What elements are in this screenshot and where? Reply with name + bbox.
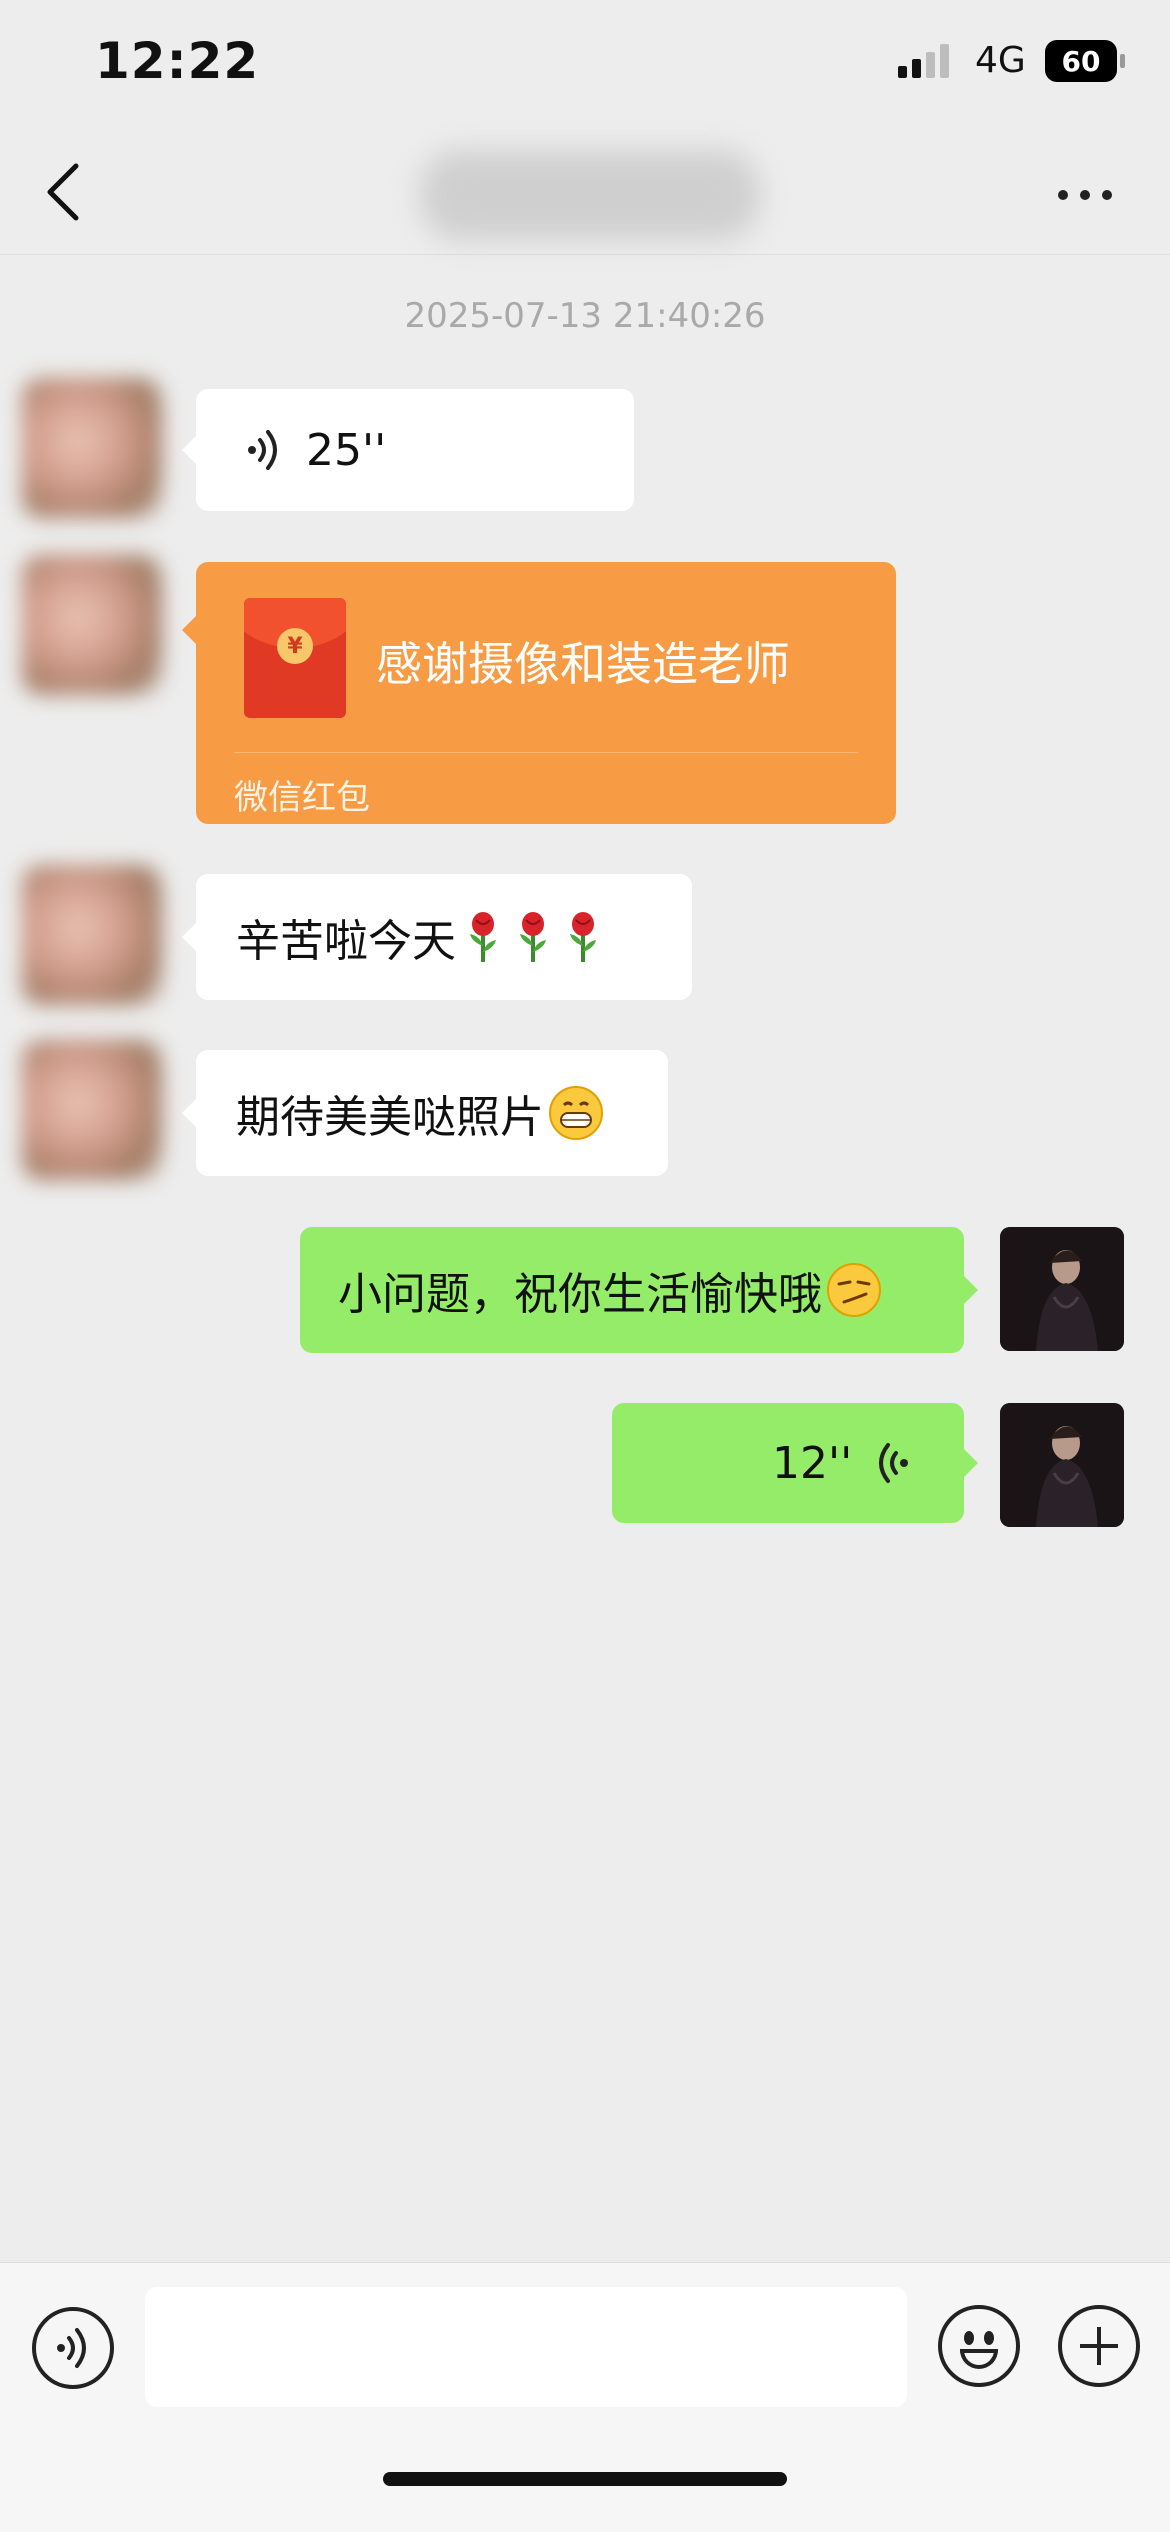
more-options-icon[interactable] (1050, 180, 1120, 210)
plus-icon[interactable] (1058, 2305, 1140, 2387)
message-text: 小问题，祝你生活愉快哦 (338, 1269, 822, 1320)
contact-avatar[interactable] (22, 1040, 162, 1180)
signal-icon (898, 44, 949, 78)
red-packet-label: 微信红包 (234, 778, 370, 818)
voice-message-bubble[interactable]: 25'' (182, 389, 634, 511)
red-envelope-icon: ¥ (244, 598, 346, 718)
battery-level: 60 (1061, 44, 1101, 78)
text-message-bubble[interactable]: 辛苦啦今天 (182, 874, 692, 1000)
grin-emoji-icon (549, 1086, 603, 1140)
text-message-bubble[interactable]: 期待美美哒照片 (182, 1050, 668, 1176)
smirk-emoji-icon (827, 1263, 881, 1317)
message-text: 辛苦啦今天 (236, 916, 456, 967)
contact-avatar[interactable] (22, 865, 162, 1005)
message-timestamp: 2025-07-13 21:40:26 (404, 296, 766, 336)
text-message-bubble[interactable]: 小问题，祝你生活愉快哦 (300, 1227, 978, 1353)
chat-header (0, 130, 1170, 255)
battery-icon: 60 (1045, 40, 1125, 82)
voice-toggle-icon[interactable] (32, 2307, 114, 2389)
message-input[interactable] (145, 2287, 907, 2407)
contact-avatar[interactable] (22, 378, 162, 518)
person-avatar-icon (1000, 1227, 1124, 1351)
person-avatar-icon (1000, 1403, 1124, 1527)
voice-duration: 25'' (306, 424, 387, 476)
red-packet-title: 感谢摄像和装造老师 (376, 637, 790, 691)
red-packet-divider (234, 752, 858, 753)
back-icon[interactable] (40, 160, 90, 224)
contact-avatar[interactable] (22, 555, 162, 695)
status-bar: 12:22 4G 60 (0, 0, 1170, 130)
home-indicator[interactable] (383, 2472, 787, 2486)
rose-emoji-icon (520, 912, 546, 962)
voice-duration: 12'' (772, 1437, 853, 1489)
rose-emoji-icon (470, 912, 496, 962)
my-avatar[interactable] (1000, 1403, 1124, 1527)
status-time: 12:22 (95, 32, 260, 90)
emoji-icon[interactable] (938, 2305, 1020, 2387)
rose-emoji-icon (570, 912, 596, 962)
voice-message-bubble[interactable]: 12'' (612, 1403, 978, 1523)
my-avatar[interactable] (1000, 1227, 1124, 1351)
chat-screen: 12:22 4G 60 2025-07-13 21:40:26 25'' ¥ 感… (0, 0, 1170, 2532)
voice-wave-icon (248, 430, 277, 470)
voice-wave-icon (879, 1443, 909, 1483)
message-text: 期待美美哒照片 (236, 1092, 544, 1143)
contact-name-blurred (420, 150, 760, 240)
network-type: 4G (975, 40, 1026, 81)
red-packet-message[interactable]: ¥ 感谢摄像和装造老师 微信红包 (182, 562, 896, 824)
input-bar (0, 2262, 1170, 2532)
